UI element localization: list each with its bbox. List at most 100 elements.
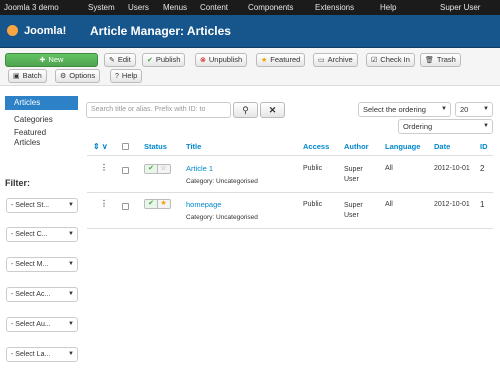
menu-system[interactable]: System: [88, 3, 115, 12]
joomla-logo-icon: [7, 25, 18, 36]
sort-icon: ⇕ ∨: [93, 142, 108, 151]
status-toggle: ✔ ☆: [144, 164, 171, 174]
check-icon: ✔: [147, 57, 153, 64]
search-button[interactable]: ⚲: [233, 102, 258, 118]
drag-handle-icon[interactable]: ⋮: [100, 163, 108, 172]
caret-down-icon: ▼: [68, 231, 74, 237]
row-divider: [87, 228, 493, 229]
author-link[interactable]: Super User: [344, 201, 370, 221]
question-icon: ?: [115, 73, 119, 80]
sidebar-item-categories[interactable]: Categories: [14, 115, 53, 125]
menu-menus[interactable]: Menus: [163, 3, 187, 12]
logo-text: Joomla!: [24, 25, 67, 37]
caret-down-icon: ▼: [483, 106, 489, 112]
id-value: 2: [480, 164, 485, 173]
access-value: Public: [303, 201, 323, 208]
language-value: All: [385, 165, 393, 172]
filter-access-select[interactable]: - Select Ac... ▼: [6, 287, 78, 302]
status-toggle: ✔ ★: [144, 199, 171, 209]
caret-down-icon: ▼: [68, 261, 74, 267]
date-value: 2012-10-01: [434, 165, 470, 172]
article-category: Category: Uncategorised: [186, 178, 258, 185]
menu-extensions[interactable]: Extensions: [315, 3, 354, 12]
language-value: All: [385, 201, 393, 208]
page-header: Joomla! Article Manager: Articles: [0, 15, 500, 48]
sidebar-item-featured[interactable]: Featured Articles: [14, 128, 74, 148]
ordering-select[interactable]: Select the ordering ▼: [358, 102, 451, 117]
id-value: 1: [480, 200, 485, 209]
row-checkbox[interactable]: [122, 203, 129, 210]
filter-language-select[interactable]: - Select La... ▼: [6, 347, 78, 362]
caret-down-icon: ▼: [483, 123, 489, 129]
archive-button[interactable]: ▭ Archive: [313, 53, 358, 67]
sidebar-item-articles[interactable]: Articles: [14, 98, 40, 108]
new-button[interactable]: ✚ New: [5, 53, 98, 67]
article-title-link[interactable]: homepage: [186, 200, 221, 209]
help-button[interactable]: ? Help: [110, 69, 143, 83]
admin-topbar: Joomla 3 demo System Users Menus Content…: [0, 0, 500, 15]
featured-star-icon[interactable]: ★: [157, 200, 170, 208]
column-title[interactable]: Title: [186, 142, 201, 151]
row-checkbox[interactable]: [122, 167, 129, 174]
row-divider: [87, 192, 493, 193]
site-link[interactable]: Joomla 3 demo: [4, 3, 59, 12]
unpublish-icon: ⊗: [200, 57, 206, 64]
options-button[interactable]: ⚙ Options: [55, 69, 101, 83]
column-id[interactable]: ID: [480, 142, 488, 151]
caret-down-icon: ▼: [441, 106, 447, 112]
column-language[interactable]: Language: [385, 142, 420, 151]
article-title-link[interactable]: Article 1: [186, 164, 213, 173]
menu-components[interactable]: Components: [248, 3, 293, 12]
caret-down-icon: ▼: [68, 291, 74, 297]
filter-max-levels-select[interactable]: - Select M... ▼: [6, 257, 78, 272]
archive-icon: ▭: [318, 57, 325, 64]
joomla-logo: Joomla!: [7, 25, 66, 37]
direction-select[interactable]: Ordering ▼: [398, 119, 493, 134]
column-status[interactable]: Status: [144, 142, 167, 151]
menu-users[interactable]: Users: [128, 3, 149, 12]
search-input[interactable]: Search title or alias. Prefix with ID: t…: [86, 102, 231, 118]
page-title: Article Manager: Articles: [90, 24, 231, 38]
filter-heading: Filter:: [5, 178, 31, 188]
column-date[interactable]: Date: [434, 142, 450, 151]
access-value: Public: [303, 165, 323, 172]
checkbox-icon: ☑: [371, 57, 378, 64]
author-link[interactable]: Super User: [344, 165, 370, 185]
edit-button[interactable]: ✎ Edit: [104, 53, 136, 67]
clear-button[interactable]: ✕: [260, 102, 285, 118]
drag-handle-icon[interactable]: ⋮: [100, 199, 108, 208]
filter-status-select[interactable]: - Select St... ▼: [6, 198, 78, 213]
header-divider: [87, 155, 493, 156]
publish-button[interactable]: ✔ Publish: [142, 53, 186, 67]
user-menu[interactable]: Super User: [440, 3, 480, 12]
menu-content[interactable]: Content: [200, 3, 228, 12]
menu-help[interactable]: Help: [380, 3, 396, 12]
close-icon: ✕: [268, 105, 277, 115]
date-value: 2012-10-01: [434, 201, 470, 208]
column-author[interactable]: Author: [344, 142, 369, 151]
caret-down-icon: ▼: [68, 351, 74, 357]
batch-icon: ▣: [13, 73, 20, 80]
filter-author-select[interactable]: - Select Au... ▼: [6, 317, 78, 332]
unpublish-button[interactable]: ⊗ Unpublish: [195, 53, 248, 67]
filter-category-select[interactable]: - Select C... ▼: [6, 227, 78, 242]
batch-button[interactable]: ▣ Batch: [8, 69, 47, 83]
limit-select[interactable]: 20 ▼: [455, 102, 493, 117]
column-access[interactable]: Access: [303, 142, 329, 151]
edit-icon: ✎: [109, 57, 115, 64]
trash-icon: 🗑: [425, 57, 434, 64]
caret-down-icon: ▼: [68, 321, 74, 327]
search-icon: ⚲: [242, 105, 249, 115]
trash-button[interactable]: 🗑 Trash: [420, 53, 461, 67]
checkin-button[interactable]: ☑ Check In: [366, 53, 415, 67]
article-category: Category: Uncategorised: [186, 214, 258, 221]
featured-button[interactable]: ★ Featured: [256, 53, 306, 67]
toolbar: ✚ New ✎ Edit ✔ Publish ⊗ Unpublish ★ Featured…: [0, 48, 500, 86]
plus-icon: ✚: [39, 57, 46, 64]
ordering-column-toggle[interactable]: ⇕ ∨: [93, 142, 108, 151]
star-icon: ★: [261, 57, 268, 64]
caret-down-icon: ▼: [68, 202, 74, 208]
gear-icon: ⚙: [60, 73, 67, 80]
select-all-checkbox[interactable]: [122, 143, 129, 150]
featured-star-empty-icon[interactable]: ☆: [157, 165, 170, 173]
